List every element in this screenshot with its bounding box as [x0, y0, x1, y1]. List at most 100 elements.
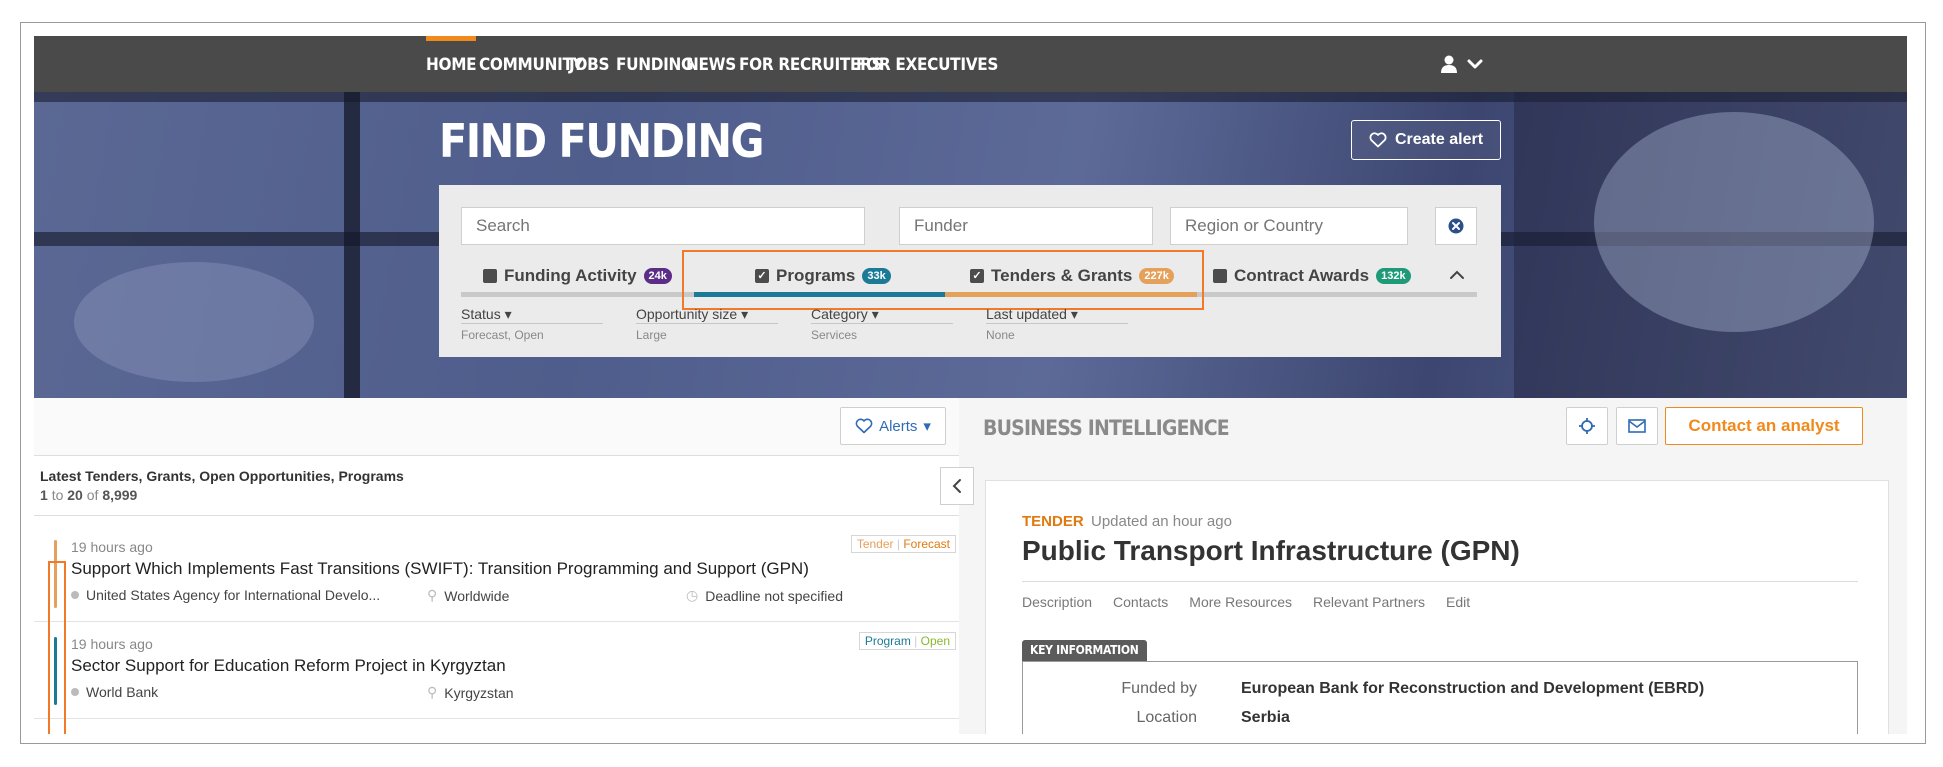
collapse-list-button[interactable] — [940, 467, 974, 505]
range-of: of — [86, 487, 99, 503]
result-location: ⚲ Kyrgyzstan — [427, 684, 514, 701]
chevron-left-icon — [952, 479, 961, 493]
checkbox-contract-awards[interactable] — [1213, 269, 1227, 283]
location-text: Worldwide — [444, 587, 510, 604]
detail-title: Public Transport Infrastructure (GPN) — [1022, 535, 1520, 566]
results-heading: Latest Tenders, Grants, Open Opportuniti… — [40, 468, 404, 484]
map-pin-icon: ⚲ — [427, 684, 438, 700]
caret-down-icon: ▾ — [1070, 306, 1078, 322]
result-location: ⚲ Worldwide — [427, 587, 509, 604]
result-funder: World Bank — [71, 684, 158, 700]
detail-tabs: Description Contacts More Resources Rele… — [1022, 594, 1470, 610]
page-title: FIND FUNDING — [439, 114, 764, 168]
tab-edit[interactable]: Edit — [1446, 594, 1470, 610]
dot-icon — [71, 591, 79, 599]
range-to: to — [51, 487, 64, 503]
filter-panel: Funding Activity 24k ✓ Programs 33k ✓ Te… — [439, 185, 1501, 357]
results-panel: Alerts ▾ Latest Tenders, Grants, Open Op… — [34, 398, 959, 734]
highlight-box — [682, 250, 1204, 310]
filter-opportunity-size[interactable]: Opportunity size ▾ Large — [636, 306, 778, 342]
close-circle-icon — [1448, 218, 1464, 234]
create-alert-button[interactable]: Create alert — [1351, 120, 1501, 160]
map-pin-icon: ⚲ — [427, 587, 438, 603]
location-text: Kyrgyzstan — [444, 684, 514, 701]
user-icon — [1441, 55, 1483, 73]
filter-value: Large — [636, 328, 667, 342]
nav-for-executives[interactable]: FOR EXECUTIVES — [856, 36, 998, 92]
filter-label: Category — [811, 306, 868, 322]
detail-updated: Updated an hour ago — [1091, 513, 1232, 530]
alerts-button[interactable]: Alerts ▾ — [840, 407, 946, 445]
funder-text: United States Agency for International D… — [86, 587, 381, 603]
detail-card: TENDER Updated an hour ago Public Transp… — [985, 480, 1889, 734]
result-time: 19 hours ago — [71, 636, 153, 652]
key-value: European Bank for Reconstruction and Dev… — [1241, 680, 1705, 697]
key-information-label: KEY INFORMATION — [1022, 640, 1147, 661]
email-button[interactable] — [1616, 407, 1658, 445]
user-menu[interactable] — [1441, 54, 1489, 81]
heart-icon — [1369, 132, 1387, 148]
nav-home[interactable]: HOME — [426, 36, 477, 92]
filter-label: Opportunity size — [636, 306, 738, 322]
caret-down-icon: ▾ — [923, 418, 931, 435]
tag-status: Forecast — [903, 537, 950, 551]
filter-status[interactable]: Status ▾ Forecast, Open — [461, 306, 603, 342]
count-badge: 24k — [643, 268, 672, 284]
tab-more-resources[interactable]: More Resources — [1189, 594, 1292, 610]
range-end: 20 — [67, 487, 83, 503]
region-input[interactable] — [1170, 207, 1408, 245]
tab-label: Contract Awards — [1234, 266, 1370, 285]
top-navigation: HOME COMMUNITY JOBS FUNDING NEWS FOR REC… — [34, 36, 1907, 92]
result-deadline: ◷ Deadline not specified — [686, 587, 843, 604]
contact-analyst-button[interactable]: Contact an analyst — [1665, 407, 1863, 445]
filter-value: Forecast, Open — [461, 328, 544, 342]
filter-last-updated[interactable]: Last updated ▾ None — [986, 306, 1128, 342]
dot-icon — [71, 688, 79, 696]
tag-type: Tender — [856, 537, 894, 551]
app-viewport: HOME COMMUNITY JOBS FUNDING NEWS FOR REC… — [34, 36, 1907, 734]
funder-input[interactable] — [899, 207, 1153, 245]
clear-filters-button[interactable] — [1435, 207, 1477, 245]
filter-value: None — [986, 328, 1015, 342]
search-input[interactable] — [461, 207, 865, 245]
hero-decor — [1594, 112, 1874, 332]
divider — [1022, 581, 1858, 582]
collapse-filters-button[interactable] — [1449, 267, 1465, 285]
result-title[interactable]: Sector Support for Education Reform Proj… — [71, 656, 506, 676]
tab-contacts[interactable]: Contacts — [1113, 594, 1168, 610]
filter-label: Status — [461, 306, 501, 322]
locate-button[interactable] — [1566, 407, 1608, 445]
result-time: 19 hours ago — [71, 539, 153, 555]
caret-down-icon: ▾ — [504, 306, 512, 322]
nav-funding[interactable]: FUNDING — [616, 36, 694, 92]
nav-news[interactable]: NEWS — [686, 36, 736, 92]
filter-category[interactable]: Category ▾ Services — [811, 306, 953, 342]
nav-community[interactable]: COMMUNITY — [479, 36, 584, 92]
result-tag: Program | Open — [858, 632, 956, 650]
key-label: Funded by — [1121, 680, 1197, 697]
nav-jobs[interactable]: JOBS — [569, 36, 609, 92]
key-value: Serbia — [1241, 709, 1290, 726]
result-item[interactable]: 19 hours ago Support Which Implements Fa… — [34, 526, 959, 622]
clock-icon: ◷ — [686, 587, 699, 603]
results-count: 1 to 20 of 8,999 — [40, 487, 137, 503]
tab-contract-awards[interactable]: Contract Awards 132k — [1213, 258, 1411, 294]
results-toolbar: Alerts ▾ — [34, 398, 959, 456]
filter-label: Last updated — [986, 306, 1067, 322]
range-total: 8,999 — [102, 487, 138, 503]
heart-icon — [855, 418, 873, 434]
tag-status: Open — [920, 634, 950, 648]
result-item[interactable]: 19 hours ago Sector Support for Educatio… — [34, 623, 959, 719]
tab-relevant-partners[interactable]: Relevant Partners — [1313, 594, 1425, 610]
count-badge: 132k — [1376, 268, 1411, 284]
tab-funding-activity[interactable]: Funding Activity 24k — [483, 258, 672, 294]
funder-text: World Bank — [86, 684, 159, 700]
result-funder: United States Agency for International D… — [71, 587, 380, 603]
checkbox-funding-activity[interactable] — [483, 269, 497, 283]
tab-description[interactable]: Description — [1022, 594, 1092, 610]
deadline-text: Deadline not specified — [705, 587, 843, 604]
filter-value: Services — [811, 328, 858, 342]
crosshair-icon — [1579, 418, 1595, 434]
divider — [34, 515, 959, 516]
result-title[interactable]: Support Which Implements Fast Transition… — [71, 559, 809, 579]
